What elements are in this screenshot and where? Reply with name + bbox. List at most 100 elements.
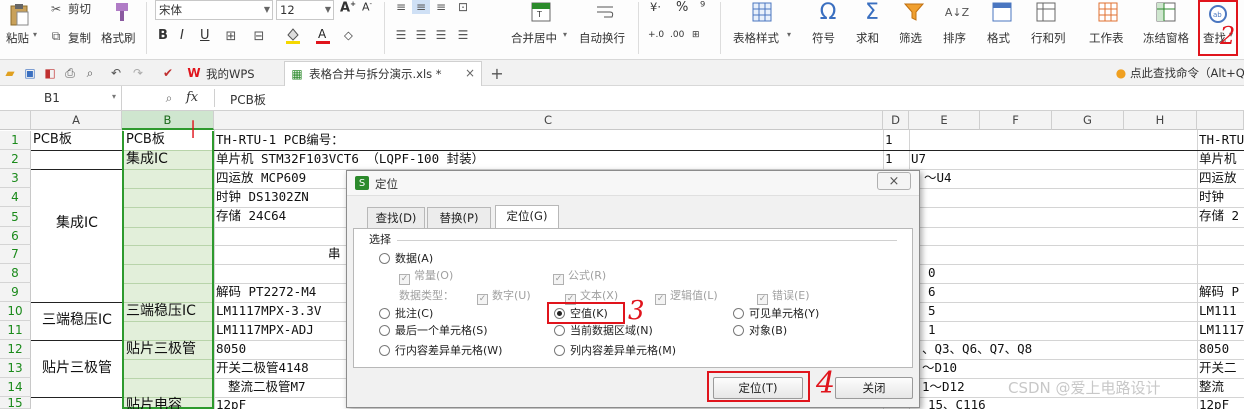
align-center-icon[interactable]: ☰ [412, 28, 430, 42]
cell-i12[interactable]: 8050 [1197, 340, 1244, 358]
align-right-icon[interactable]: ☰ [432, 28, 450, 42]
select-all-corner[interactable] [0, 111, 31, 130]
row-header[interactable]: 12 [0, 340, 31, 359]
bold-icon[interactable]: B [158, 28, 168, 43]
align-left-icon[interactable]: ☰ [392, 28, 410, 42]
format-painter-button[interactable]: 格式刷 [101, 30, 136, 46]
radio-visible[interactable]: 可见单元格(Y) [733, 307, 819, 321]
column-header[interactable]: F [980, 111, 1052, 130]
row-header[interactable]: 5 [0, 207, 31, 227]
format-icon[interactable] [990, 0, 1014, 24]
sort-icon[interactable]: A↓Z [945, 0, 969, 24]
cut-icon[interactable]: ✂ [48, 1, 64, 17]
cell-b10[interactable]: 三端稳压IC [124, 302, 212, 320]
cell-e9[interactable]: 6 [926, 283, 966, 301]
freeze-panes-button[interactable]: 冻结窗格 [1143, 30, 1189, 46]
sum-button[interactable]: 求和 [856, 30, 879, 46]
tab-file[interactable]: ▦ 表格合并与拆分演示.xls * × [284, 61, 482, 86]
cell-c4[interactable]: 时钟 DS1302ZN [214, 188, 344, 206]
cell-i15[interactable]: 12pF [1197, 396, 1244, 409]
shrink-font-icon[interactable]: A- [362, 0, 372, 14]
filter-icon[interactable] [902, 0, 926, 24]
row-header[interactable]: 8 [0, 264, 31, 283]
row-header[interactable]: 7 [0, 245, 31, 264]
cell-i1[interactable]: TH-RTU- [1197, 131, 1244, 149]
freeze-panes-icon[interactable] [1154, 0, 1178, 24]
row-header[interactable]: 9 [0, 283, 31, 302]
row-header[interactable]: 15 [0, 397, 31, 409]
paste-dropdown-icon[interactable]: ▾ [33, 30, 37, 39]
cell-e13[interactable]: ～D10 [920, 359, 1040, 377]
cell-c13[interactable]: 开关二极管4148 [214, 359, 344, 377]
paste-icon[interactable] [6, 2, 32, 28]
cell-e3[interactable]: ～U4 [922, 169, 1042, 187]
border-icon[interactable]: ⊞ [222, 28, 240, 44]
cell-c9[interactable]: 解码 PT2272-M4 [214, 283, 344, 301]
open-folder-icon[interactable]: ▰ [2, 65, 18, 81]
cell-i2[interactable]: 单片机 [1197, 150, 1244, 168]
cell-c1[interactable]: TH-RTU-1 PCB编号： [214, 131, 882, 149]
column-header[interactable]: H [1124, 111, 1197, 130]
zoom-search-icon[interactable]: ⌕ [160, 89, 178, 107]
cell-c11[interactable]: LM1117MPX-ADJ [214, 321, 344, 339]
cell-i5[interactable]: 存储 2 [1197, 207, 1244, 225]
close-tab-icon[interactable]: × [463, 66, 477, 80]
fill-color-icon[interactable] [284, 26, 302, 44]
cell-c3[interactable]: 四运放 MCP609 [214, 169, 344, 187]
column-header[interactable]: A [31, 111, 122, 130]
cell-e12[interactable]: 、Q3、Q6、Q7、Q8 [920, 340, 1120, 358]
merge-icon[interactable]: ⊟ [250, 28, 268, 44]
tab-goto[interactable]: 定位(G) [495, 205, 559, 229]
tab-wps[interactable]: W 我的WPS [182, 62, 280, 84]
grow-font-icon[interactable]: A+ [340, 0, 356, 15]
cell-a-ic-merged[interactable]: 集成IC [31, 214, 121, 232]
new-tab-icon[interactable]: + [488, 64, 506, 83]
decrease-decimal-icon[interactable]: .00 [670, 30, 684, 40]
font-name-select[interactable]: 宋体 ▼ [155, 0, 273, 20]
row-col-icon[interactable] [1034, 0, 1058, 24]
cell-i11[interactable]: LM1117 [1197, 321, 1244, 339]
radio-col-diff[interactable]: 列内容差异单元格(M) [554, 344, 676, 358]
row-header[interactable]: 1 [0, 131, 31, 150]
radio-comment[interactable]: 批注(C) [379, 307, 433, 321]
font-color-icon[interactable]: A [314, 26, 332, 44]
checkbox-number[interactable]: ✓ 数字(U) [477, 289, 531, 305]
export-pdf-icon[interactable]: ◧ [42, 65, 58, 81]
cell-i3[interactable]: 四运放 [1197, 169, 1244, 187]
symbol-button[interactable]: 符号 [812, 30, 835, 46]
cell-c2[interactable]: 单片机 STM32F103VCT6 （LQPF-100 封装） [214, 150, 882, 168]
row-header[interactable]: 11 [0, 321, 31, 340]
wrap-text-icon[interactable] [594, 0, 616, 24]
cell-a1[interactable]: PCB板 [31, 131, 121, 149]
radio-last-cell[interactable]: 最后一个单元格(S) [379, 324, 488, 338]
dialog-close-icon[interactable]: × [877, 172, 911, 190]
column-header[interactable]: B [122, 111, 214, 130]
row-col-button[interactable]: 行和列 [1031, 30, 1066, 46]
column-header[interactable]: D [883, 111, 909, 130]
cell-a-transistor-merged[interactable]: 贴片三极管 [31, 359, 121, 377]
italic-icon[interactable]: I [180, 28, 184, 43]
merge-dropdown-icon[interactable]: ▾ [563, 30, 567, 39]
tab-replace[interactable]: 替换(P) [427, 207, 491, 228]
cell-e2[interactable]: U7 [909, 150, 1049, 168]
dialog-title-bar[interactable]: S 定位 × [347, 171, 919, 196]
fx-icon[interactable]: fx [186, 90, 198, 105]
align-top-icon[interactable]: ≡ [392, 0, 410, 14]
row-header[interactable]: 10 [0, 302, 31, 321]
column-header[interactable]: E [909, 111, 980, 130]
cell-d1[interactable]: 1 [883, 131, 909, 149]
row-header[interactable]: 2 [0, 150, 31, 169]
cell-c14[interactable]: 整流二极管M7 [226, 378, 346, 396]
row-header[interactable]: 13 [0, 359, 31, 378]
comma-icon[interactable]: ⁹ [700, 0, 705, 15]
cell-b2[interactable]: 集成IC [124, 150, 212, 168]
cell-i10[interactable]: LM111 [1197, 302, 1244, 320]
eraser-icon[interactable]: ◇ [344, 28, 353, 42]
print-preview-icon[interactable]: ⌕ [82, 65, 98, 81]
save-icon[interactable]: ▣ [22, 65, 38, 81]
command-search-tip[interactable]: 点此查找命令（Alt+Q [1130, 65, 1244, 81]
paste-button[interactable]: 粘贴 [6, 30, 29, 46]
copy-icon[interactable]: ⧉ [48, 28, 64, 44]
table-style-icon[interactable] [750, 0, 774, 24]
wrap-text-button[interactable]: 自动换行 [579, 30, 625, 46]
